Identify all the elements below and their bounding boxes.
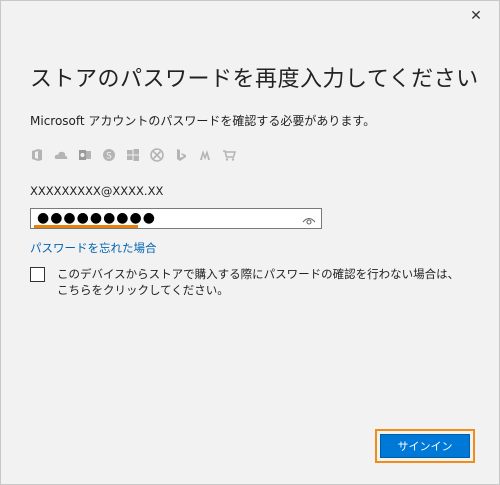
skype-icon: S <box>102 148 116 162</box>
description-text: Microsoft アカウントのパスワードを確認する必要があります。 <box>30 114 376 128</box>
svg-text:S: S <box>106 152 112 162</box>
signin-highlight-frame: サインイン <box>375 429 475 463</box>
windows-icon <box>126 148 140 162</box>
signin-button[interactable]: サインイン <box>380 434 470 458</box>
page-title: ストアのパスワードを再度入力してください <box>30 67 479 92</box>
onedrive-icon <box>54 148 68 162</box>
close-button[interactable]: ✕ <box>453 1 499 31</box>
eye-icon[interactable] <box>302 212 316 225</box>
close-icon: ✕ <box>470 8 482 24</box>
skip-password-checkbox[interactable] <box>30 267 45 282</box>
office-icon <box>30 148 44 162</box>
msn-icon <box>198 148 212 162</box>
skip-password-label[interactable]: このデバイスからストアで購入する際にパスワードの確認を行わない場合は、こちらをク… <box>57 266 467 298</box>
store-icon <box>222 148 236 162</box>
password-input[interactable]: ●●●●●●●●● <box>30 208 322 229</box>
outlook-icon <box>78 148 92 162</box>
skip-password-option: このデバイスからストアで購入する際にパスワードの確認を行わない場合は、こちらをク… <box>30 266 479 298</box>
bing-icon <box>174 148 188 162</box>
service-icons-row: S <box>30 146 479 164</box>
password-value: ●●●●●●●●● <box>37 210 156 226</box>
forgot-password-link[interactable]: パスワードを忘れた場合 <box>30 240 157 256</box>
xbox-icon <box>150 148 164 162</box>
dialog-content: ストアのパスワードを再度入力してください Microsoft アカウントのパスワ… <box>30 61 479 298</box>
title-bar: ✕ <box>1 1 499 31</box>
dialog-window: ✕ ストアのパスワードを再度入力してください Microsoft アカウントのパ… <box>0 0 500 485</box>
account-email: XXXXXXXXX@XXXX.XX <box>30 184 164 198</box>
